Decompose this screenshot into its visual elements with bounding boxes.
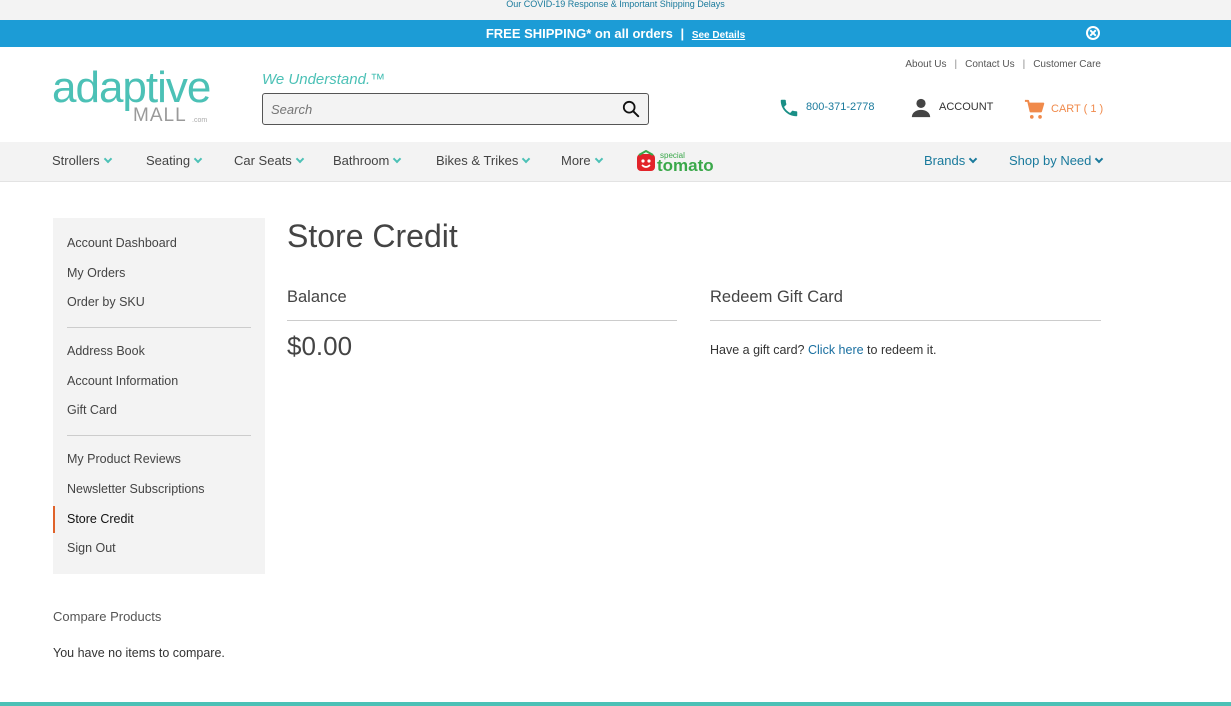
nav-strollers[interactable]: Strollers (52, 153, 112, 168)
covid-notice-bar: Our COVID-19 Response & Important Shippi… (0, 0, 1231, 20)
sidebar-item-store-credit[interactable]: Store Credit (67, 512, 134, 526)
sidebar-item-account-dashboard[interactable]: Account Dashboard (67, 236, 177, 250)
banner-separator: | (680, 26, 685, 41)
top-links: About Us | Contact Us | Customer Care (905, 59, 1101, 70)
sidebar-item-address-book[interactable]: Address Book (67, 344, 145, 358)
active-item-marker (53, 506, 55, 533)
chevron-down-icon (193, 154, 203, 164)
sidebar-item-my-product-reviews[interactable]: My Product Reviews (67, 452, 181, 466)
redeem-divider (710, 320, 1101, 321)
redeem-prefix: Have a gift card? (710, 343, 805, 357)
adaptive-mall-logo[interactable]: adaptive MALL .com (52, 63, 212, 126)
footer-accent-bar (0, 702, 1231, 706)
sidebar-item-gift-card[interactable]: Gift Card (67, 403, 117, 417)
sidebar-item-my-orders[interactable]: My Orders (67, 266, 125, 280)
balance-title: Balance (287, 288, 347, 306)
sidebar-divider (67, 435, 251, 436)
contact-us-link[interactable]: Contact Us (965, 59, 1014, 70)
search-box (262, 93, 649, 125)
cart-label: CART ( 1 ) (1051, 103, 1104, 115)
chevron-down-icon (594, 154, 603, 164)
user-icon (911, 98, 931, 118)
compare-products-title: Compare Products (53, 609, 162, 624)
sidebar-item-account-information[interactable]: Account Information (67, 374, 178, 388)
search-input[interactable] (263, 94, 603, 124)
phone-icon (780, 99, 798, 117)
nav-more[interactable]: More (561, 153, 603, 168)
phone-number: 800-371-2778 (806, 101, 875, 113)
nav-label: Strollers (52, 153, 100, 168)
sidebar-divider (67, 327, 251, 328)
account-sidebar: Account Dashboard My Orders Order by SKU… (53, 218, 265, 574)
about-us-link[interactable]: About Us (905, 59, 946, 70)
nav-label: Brands (924, 153, 966, 168)
account-label: ACCOUNT (939, 101, 994, 113)
nav-bathroom[interactable]: Bathroom (333, 153, 402, 168)
redeem-gift-card-text: Have a gift card? Click here to redeem i… (710, 343, 937, 357)
chevron-down-icon (522, 154, 531, 164)
chevron-down-icon (295, 154, 305, 164)
nav-label: Shop by Need (1009, 153, 1092, 168)
sidebar-item-newsletter-subscriptions[interactable]: Newsletter Subscriptions (67, 482, 205, 496)
covid-notice-link[interactable]: Our COVID-19 Response & Important Shippi… (506, 0, 725, 9)
close-banner-icon[interactable] (1086, 26, 1100, 40)
tagline: We Understand.™ (262, 71, 386, 88)
search-icon[interactable] (622, 100, 640, 118)
toplink-separator: | (1022, 59, 1026, 70)
nav-label: Seating (146, 153, 191, 168)
customer-care-link[interactable]: Customer Care (1033, 59, 1101, 70)
redeem-click-here-link[interactable]: Click here (808, 343, 864, 357)
main-nav: Strollers Seating Car Seats Bathroom Bik… (0, 142, 1231, 182)
redeem-gift-card-title: Redeem Gift Card (710, 288, 843, 306)
chevron-down-icon (103, 154, 112, 164)
free-shipping-banner: FREE SHIPPING* on all orders | See Detai… (0, 20, 1231, 47)
sidebar-item-sign-out[interactable]: Sign Out (67, 541, 116, 555)
free-shipping-text: FREE SHIPPING* on all orders (485, 26, 673, 41)
tomato-logo-text: tomato (657, 156, 714, 174)
sidebar-item-order-by-sku[interactable]: Order by SKU (67, 295, 145, 309)
logo-com: .com (192, 117, 208, 124)
special-tomato-logo[interactable]: special tomato (636, 150, 720, 174)
page-title: Store Credit (287, 218, 458, 254)
nav-label: Bikes & Trikes (436, 153, 519, 168)
nav-bikes-trikes[interactable]: Bikes & Trikes (436, 153, 531, 168)
balance-divider (287, 320, 677, 321)
nav-seating[interactable]: Seating (146, 153, 203, 168)
nav-label: More (561, 153, 591, 168)
chevron-down-icon (393, 154, 402, 164)
balance-amount: $0.00 (287, 331, 353, 361)
chevron-down-icon (1095, 154, 1104, 164)
redeem-suffix: to redeem it. (867, 343, 937, 357)
nav-label: Bathroom (333, 153, 390, 168)
logo-mall: MALL (133, 105, 187, 126)
nav-shop-by-need[interactable]: Shop by Need (1009, 153, 1104, 168)
cart-icon (1024, 99, 1045, 119)
chevron-down-icon (968, 154, 978, 164)
toplink-separator: | (954, 59, 958, 70)
nav-label: Car Seats (234, 153, 292, 168)
compare-products-empty-text: You have no items to compare. (53, 646, 225, 660)
see-details-link[interactable]: See Details (692, 30, 745, 41)
nav-car-seats[interactable]: Car Seats (234, 153, 305, 168)
site-header: adaptive MALL .com We Understand.™ About… (0, 47, 1231, 142)
nav-brands[interactable]: Brands (924, 153, 978, 168)
